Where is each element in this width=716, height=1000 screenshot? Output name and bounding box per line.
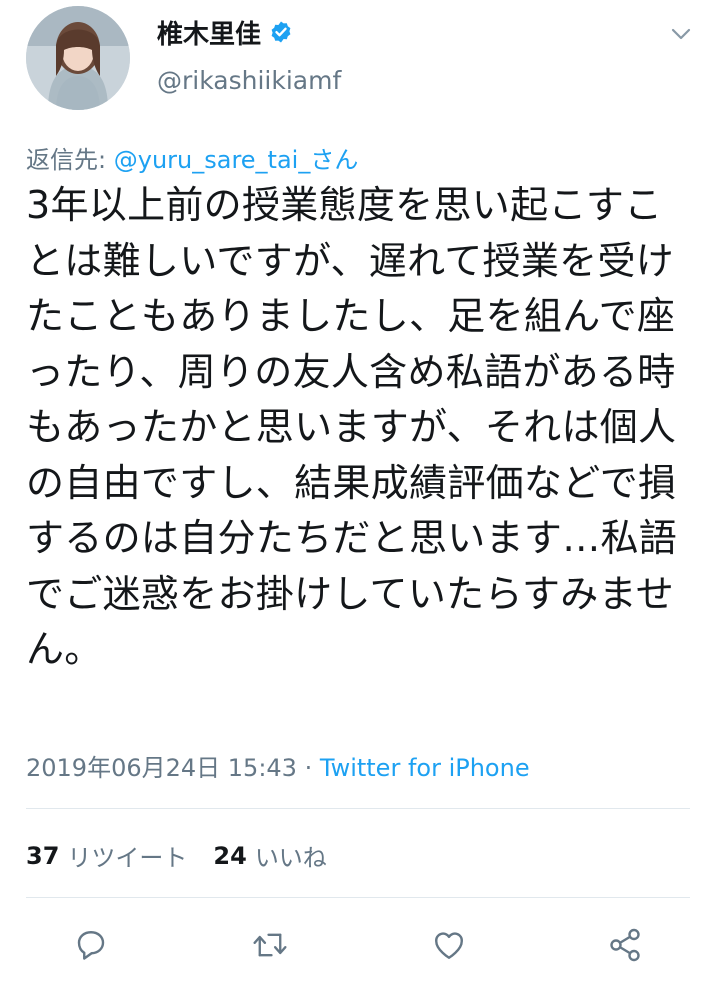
avatar-image <box>26 6 130 110</box>
reply-mention-link[interactable]: @yuru_sare_tai_さん <box>114 146 359 174</box>
retweet-icon <box>253 933 287 957</box>
user-handle[interactable]: @rikashiikiamf <box>157 66 341 95</box>
share-icon <box>610 928 640 962</box>
retweet-label[interactable]: リツイート <box>67 838 187 873</box>
reply-context: 返信先: @yuru_sare_tai_さん <box>26 140 358 175</box>
reply-button[interactable] <box>66 920 116 970</box>
user-name-row[interactable]: 椎木里佳 <box>157 12 293 52</box>
tweet-meta: 2019年06月24日 15:43 · Twitter for iPhone <box>26 748 530 783</box>
retweet-button[interactable] <box>245 920 295 970</box>
like-count[interactable]: 24 <box>213 842 246 870</box>
retweet-count[interactable]: 37 <box>26 842 59 870</box>
tweet-text: 3年以上前の授業態度を思い起こすことは難しいですが、遅れて授業を受けたこともあり… <box>26 183 678 671</box>
verified-badge-icon <box>269 20 293 44</box>
chevron-down-icon[interactable] <box>668 24 694 44</box>
like-button[interactable] <box>424 920 474 970</box>
divider <box>26 808 690 809</box>
reply-prefix: 返信先: <box>26 146 107 174</box>
tweet-stats: 37 リツイート 24 いいね <box>26 838 327 873</box>
tweet-timestamp[interactable]: 2019年06月24日 15:43 <box>26 754 297 782</box>
heart-icon <box>435 932 463 959</box>
share-button[interactable] <box>600 920 650 970</box>
display-name[interactable]: 椎木里佳 <box>157 14 261 51</box>
tweet-source-link[interactable]: Twitter for iPhone <box>320 754 530 782</box>
meta-separator: · <box>304 754 313 782</box>
divider <box>26 897 690 898</box>
reply-icon <box>77 931 105 960</box>
like-label[interactable]: いいね <box>255 838 327 873</box>
avatar[interactable] <box>26 6 130 110</box>
